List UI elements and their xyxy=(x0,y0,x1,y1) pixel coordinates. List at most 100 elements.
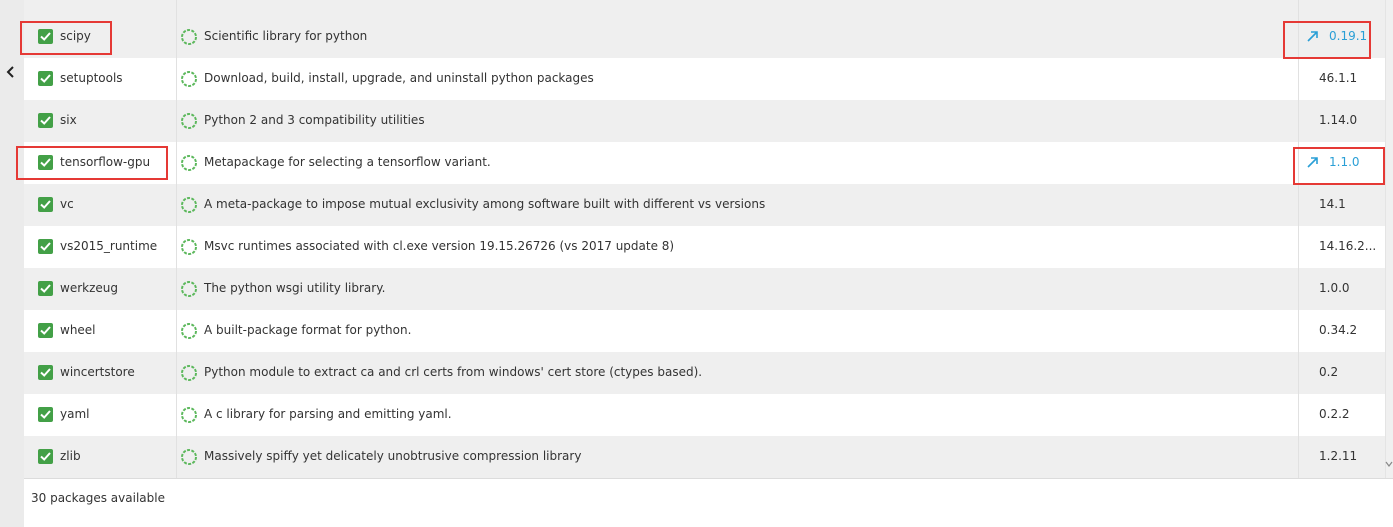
name-cell: scipy xyxy=(24,16,177,58)
name-cell: wheel xyxy=(24,310,177,352)
installed-status-icon xyxy=(181,29,197,45)
package-version[interactable]: 1.1.0 xyxy=(1329,155,1360,169)
version-cell[interactable]: 1.1.0 xyxy=(1298,142,1385,184)
package-version: 1.14.0 xyxy=(1319,113,1358,127)
table-row[interactable]: wincertstore Python module to extract ca… xyxy=(24,352,1385,394)
version-cell: 1.14.0 xyxy=(1298,100,1385,142)
name-cell: tensorflow-gpu xyxy=(24,142,177,184)
version-cell xyxy=(1298,0,1385,16)
installed-status-icon xyxy=(181,113,197,129)
table-row[interactable]: six Python 2 and 3 compatibility utiliti… xyxy=(24,100,1385,142)
package-version: 0.2.2 xyxy=(1319,407,1350,421)
upgrade-arrow-icon[interactable] xyxy=(1305,28,1321,44)
package-version: 1.2.11 xyxy=(1319,449,1358,463)
version-cell: 14.1 xyxy=(1298,184,1385,226)
table-row[interactable]: wheel A built-package format for python.… xyxy=(24,310,1385,352)
checkbox-checked-icon[interactable] xyxy=(38,323,53,338)
chevron-left-icon[interactable] xyxy=(3,64,19,80)
vertical-scrollbar[interactable] xyxy=(1385,0,1393,478)
checkbox-checked-icon[interactable] xyxy=(38,29,53,44)
package-description: A c library for parsing and emitting yam… xyxy=(204,407,452,421)
package-name: vc xyxy=(60,197,74,211)
package-name: zlib xyxy=(60,449,81,463)
version-cell: 0.2 xyxy=(1298,352,1385,394)
version-cell: 0.34.2 xyxy=(1298,310,1385,352)
checkbox-checked-icon[interactable] xyxy=(38,113,53,128)
version-cell: 46.1.1 xyxy=(1298,58,1385,100)
version-cell: 1.0.0 xyxy=(1298,268,1385,310)
table-row[interactable]: setuptools Download, build, install, upg… xyxy=(24,58,1385,100)
installed-status-icon xyxy=(181,71,197,87)
package-description: Python 2 and 3 compatibility utilities xyxy=(204,113,425,127)
table-row[interactable]: yaml A c library for parsing and emittin… xyxy=(24,394,1385,436)
package-description: The python wsgi utility library. xyxy=(204,281,386,295)
name-cell: vc xyxy=(24,184,177,226)
package-name: six xyxy=(60,113,77,127)
installed-status-icon xyxy=(181,323,197,339)
installed-status-icon xyxy=(181,155,197,171)
package-name: wincertstore xyxy=(60,365,135,379)
package-description: A meta-package to impose mutual exclusiv… xyxy=(204,197,766,211)
left-collapse-gutter xyxy=(0,0,24,527)
package-version: 1.0.0 xyxy=(1319,281,1350,295)
name-cell: six xyxy=(24,100,177,142)
package-description: Massively spiffy yet delicately unobtrus… xyxy=(204,449,582,463)
checkbox-checked-icon[interactable] xyxy=(38,407,53,422)
name-cell: vs2015_runtime xyxy=(24,226,177,268)
table-row[interactable]: zlib Massively spiffy yet delicately uno… xyxy=(24,436,1385,478)
checkbox-checked-icon[interactable] xyxy=(38,155,53,170)
installed-status-icon xyxy=(181,365,197,381)
version-cell: 0.2.2 xyxy=(1298,394,1385,436)
installed-status-icon xyxy=(181,449,197,465)
version-cell: 14.16.2... xyxy=(1298,226,1385,268)
name-cell xyxy=(24,0,177,16)
name-cell: wincertstore xyxy=(24,352,177,394)
package-name: vs2015_runtime xyxy=(60,239,158,253)
installed-status-icon xyxy=(181,239,197,255)
package-name: tensorflow-gpu xyxy=(60,155,151,169)
version-cell[interactable]: 0.19.1 xyxy=(1298,16,1385,58)
package-description: Metapackage for selecting a tensorflow v… xyxy=(204,155,491,169)
name-cell: zlib xyxy=(24,436,177,478)
table-row[interactable]: vs2015_runtime Msvc runtimes associated … xyxy=(24,226,1385,268)
table-row[interactable]: tensorflow-gpu Metapackage for selecting… xyxy=(24,142,1385,184)
package-version: 0.34.2 xyxy=(1319,323,1358,337)
package-version: 14.1 xyxy=(1319,197,1346,211)
package-description: Scientific library for python xyxy=(204,29,368,43)
package-name: werkzeug xyxy=(60,281,118,295)
package-name: setuptools xyxy=(60,71,123,85)
name-cell: setuptools xyxy=(24,58,177,100)
upgrade-arrow-icon[interactable] xyxy=(1305,154,1321,170)
table-row[interactable]: vc A meta-package to impose mutual exclu… xyxy=(24,184,1385,226)
checkbox-checked-icon[interactable] xyxy=(38,197,53,212)
package-description: Python module to extract ca and crl cert… xyxy=(204,365,703,379)
package-version: 0.2 xyxy=(1319,365,1339,379)
checkbox-checked-icon[interactable] xyxy=(38,365,53,380)
package-name: wheel xyxy=(60,323,96,337)
installed-status-icon xyxy=(181,407,197,423)
checkbox-checked-icon[interactable] xyxy=(38,239,53,254)
installed-status-icon xyxy=(181,281,197,297)
checkbox-checked-icon[interactable] xyxy=(38,449,53,464)
package-description: A built-package format for python. xyxy=(204,323,412,337)
package-version[interactable]: 0.19.1 xyxy=(1329,29,1367,43)
package-version: 14.16.2... xyxy=(1319,239,1377,253)
table-row[interactable]: scipy Scientific library for python 0.19… xyxy=(24,16,1385,58)
name-cell: yaml xyxy=(24,394,177,436)
scroll-down-arrow-icon[interactable] xyxy=(1385,458,1393,470)
table-row xyxy=(24,0,1385,16)
package-manager-window: scipy Scientific library for python 0.19… xyxy=(0,0,1393,527)
checkbox-checked-icon[interactable] xyxy=(38,71,53,86)
status-footer: 30 packages available xyxy=(24,478,1393,527)
package-count-text: 30 packages available xyxy=(31,491,165,505)
package-description: Msvc runtimes associated with cl.exe ver… xyxy=(204,239,675,253)
checkbox-checked-icon[interactable] xyxy=(38,281,53,296)
package-version: 46.1.1 xyxy=(1319,71,1358,85)
package-table: scipy Scientific library for python 0.19… xyxy=(24,0,1385,478)
installed-status-icon xyxy=(181,197,197,213)
version-cell: 1.2.11 xyxy=(1298,436,1385,478)
package-name: yaml xyxy=(60,407,90,421)
package-description: Download, build, install, upgrade, and u… xyxy=(204,71,594,85)
table-row[interactable]: werkzeug The python wsgi utility library… xyxy=(24,268,1385,310)
package-name: scipy xyxy=(60,29,91,43)
